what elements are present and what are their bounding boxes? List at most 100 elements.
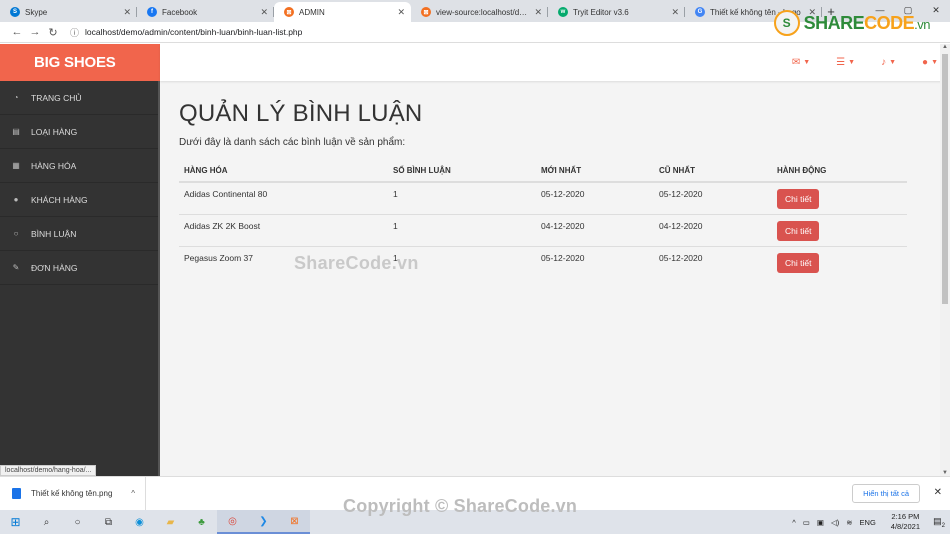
detail-button[interactable]: Chi tiết: [777, 221, 820, 241]
xampp-icon[interactable]: ⊠: [279, 510, 310, 534]
close-download-bar-icon[interactable]: ✕: [934, 487, 942, 498]
sidebar-item-label: TRANG CHỦ: [31, 92, 82, 103]
action-cell: Chi tiết: [772, 214, 907, 247]
oldest-date-cell: 04-12-2020: [654, 214, 772, 247]
language-indicator[interactable]: ENG: [860, 518, 876, 527]
sidebar-item[interactable]: ● KHÁCH HÀNG: [0, 183, 158, 217]
close-tab-icon[interactable]: ✕: [397, 7, 405, 18]
download-item[interactable]: Thiết kế không tên.png ^: [0, 476, 146, 511]
page-title: QUẢN LÝ BÌNH LUẬN: [179, 100, 423, 127]
tab-label: Tryit Editor v3.6: [573, 7, 629, 17]
close-tab-icon[interactable]: ✕: [534, 7, 542, 18]
caret-down-icon: ▼: [848, 59, 856, 66]
admin-page: BIG SHOES ✉ ▼ ☰ ▼ ♪ ▼ ● ▼ ◔ TRANG CHỦ ▤ LOẠI HÀNG ▦…: [0, 44, 950, 476]
wifi-icon[interactable]: ≋: [846, 518, 852, 527]
facebook-icon: f: [147, 7, 157, 17]
tab-label: Facebook: [162, 7, 198, 17]
product-cell: Adidas Continental 80: [179, 181, 388, 215]
sidebar-item[interactable]: ▤ LOẠI HÀNG: [0, 115, 158, 149]
browser-tab[interactable]: ⊠ view-source:localhost/demo/✕: [411, 2, 548, 22]
comment-count-cell: 1: [388, 181, 536, 215]
column-header: HÀNH ĐỘNG: [772, 160, 907, 183]
url-text: localhost/demo/admin/content/binh-luan/b…: [85, 27, 303, 37]
user-icon[interactable]: ● ▼: [922, 57, 938, 68]
dashboard-icon: ◔: [13, 93, 19, 102]
status-bar-url: localhost/demo/hang-hoa/...: [0, 465, 97, 476]
table-row: Adidas ZK 2K Boost 1 04-12-2020 04-12-2020 C…: [179, 214, 907, 247]
chrome-icon[interactable]: ◎: [217, 510, 248, 534]
tasks-icon[interactable]: ☰ ▼: [836, 57, 855, 68]
clock[interactable]: 2:16 PM 4/8/2021: [891, 512, 920, 532]
browser-tab[interactable]: S Skype ✕: [0, 2, 137, 22]
clock-time: 2:16 PM: [891, 512, 920, 521]
sidebar-item[interactable]: ✎ ĐƠN HÀNG: [0, 251, 158, 285]
sidebar-item[interactable]: ▦ HÀNG HÓA: [0, 149, 158, 183]
sidebar-item[interactable]: ◔ TRANG CHỦ: [0, 81, 158, 115]
tray-device-icon[interactable]: ▭: [803, 518, 810, 527]
cortana-icon[interactable]: ○: [62, 510, 93, 534]
volume-icon[interactable]: ◁): [831, 518, 839, 527]
windows-start-icon[interactable]: ⊞: [0, 510, 31, 534]
oldest-date-cell: 05-12-2020: [654, 246, 772, 279]
vscode-icon[interactable]: ❯: [248, 510, 279, 534]
file-explorer-icon[interactable]: ▰: [155, 510, 186, 534]
scrollbar-thumb[interactable]: [942, 54, 948, 304]
download-filename: Thiết kế không tên.png: [31, 489, 113, 498]
show-all-downloads-button[interactable]: Hiển thị tất cả: [852, 484, 920, 503]
clock-date: 4/8/2021: [890, 522, 920, 531]
sidebar-item-label: ĐƠN HÀNG: [31, 262, 78, 273]
column-header: SỐ BÌNH LUẬN: [388, 160, 536, 183]
notification-center-icon[interactable]: ▤2: [928, 516, 950, 529]
top-nav-icons: ✉ ▼ ☰ ▼ ♪ ▼ ● ▼: [792, 44, 938, 81]
tray-app-icon[interactable]: ▣: [817, 518, 824, 527]
sidebar-item[interactable]: ○ BÌNH LUẬN: [0, 217, 158, 251]
envelope-icon[interactable]: ✉ ▼: [792, 57, 810, 68]
browser-tab[interactable]: w Tryit Editor v3.6 ✕: [548, 2, 685, 22]
back-icon[interactable]: ←: [8, 26, 26, 38]
detail-button[interactable]: Chi tiết: [777, 189, 820, 209]
column-header: HÀNG HÓA: [179, 160, 388, 183]
bell-icon[interactable]: ♪ ▼: [881, 57, 896, 68]
file-icon: [12, 488, 21, 499]
reload-icon[interactable]: ↻: [44, 26, 62, 39]
column-header: MỚI NHẤT: [536, 160, 654, 183]
comment-count-cell: 1: [388, 214, 536, 247]
tab-label: ADMIN: [299, 7, 325, 17]
sidebar-item-label: HÀNG HÓA: [31, 160, 77, 171]
chevron-up-icon[interactable]: ^: [131, 489, 135, 498]
edit-icon: ✎: [12, 263, 20, 272]
user-icon: ●: [13, 195, 19, 204]
column-header: CŨ NHẤT: [654, 160, 772, 183]
app-icon[interactable]: ♣: [186, 510, 217, 534]
comment-icon: ○: [13, 229, 19, 238]
page-scrollbar[interactable]: ▲ ▼: [940, 44, 950, 476]
tray-chevron-icon[interactable]: ^: [792, 518, 796, 527]
sharecode-logo-text: SHARECODE.vn: [803, 12, 931, 33]
table-row: Adidas Continental 80 1 05-12-2020 05-12-20…: [179, 181, 907, 215]
caret-down-icon: ▼: [803, 59, 811, 66]
w3schools-icon: w: [558, 7, 568, 17]
url-field[interactable]: ⓘ localhost/demo/admin/content/binh-luan…: [70, 26, 302, 39]
tab-label: Skype: [25, 7, 48, 17]
edge-icon[interactable]: ◉: [124, 510, 155, 534]
close-tab-icon[interactable]: ✕: [671, 7, 679, 18]
sharecode-logo-icon: S: [773, 10, 800, 36]
close-tab-icon[interactable]: ✕: [123, 7, 131, 18]
browser-tab[interactable]: ⊠ ADMIN ✕: [274, 2, 411, 22]
detail-button[interactable]: Chi tiết: [777, 253, 820, 273]
brand-logo[interactable]: BIG SHOES: [0, 44, 160, 81]
forward-icon[interactable]: →: [26, 26, 44, 38]
list-icon: ▤: [12, 127, 20, 136]
scroll-up-icon[interactable]: ▲: [940, 44, 950, 50]
task-view-icon[interactable]: ⧉: [93, 510, 124, 534]
newest-date-cell: 05-12-2020: [536, 246, 654, 279]
search-icon[interactable]: ⌕: [31, 510, 62, 534]
tab-label: view-source:localhost/demo/: [436, 7, 531, 17]
main-content: QUẢN LÝ BÌNH LUẬN Dưới đây là danh sách …: [179, 100, 909, 279]
caret-down-icon: ▼: [931, 59, 938, 66]
browser-tab[interactable]: f Facebook ✕: [137, 2, 274, 22]
info-icon[interactable]: ⓘ: [70, 26, 79, 39]
close-tab-icon[interactable]: ✕: [260, 7, 268, 18]
system-tray: ^ ▭ ▣ ◁) ≋ ENG 2:16 PM 4/8/2021 ▤2: [792, 510, 950, 534]
table-row: Pegasus Zoom 37 1 05-12-2020 05-12-2020 Chi …: [179, 246, 907, 279]
